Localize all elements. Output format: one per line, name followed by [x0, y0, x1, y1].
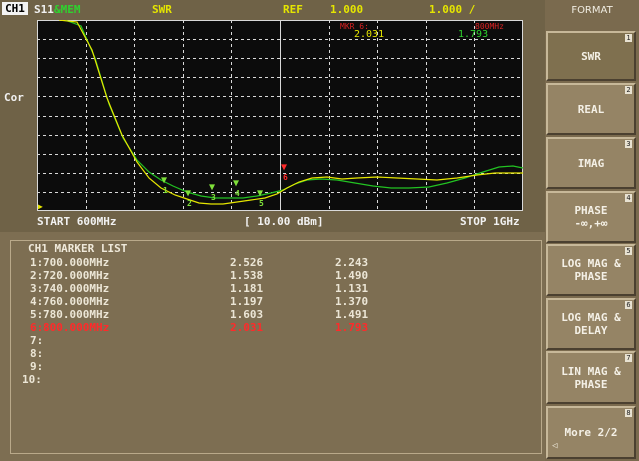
softkey-label-line2: DELAY — [574, 324, 608, 337]
marker-number: 6: — [30, 321, 44, 334]
back-arrow-icon: ◁ — [552, 441, 558, 451]
marker-frequency: 760.000MHz — [43, 295, 110, 308]
marker-list-area: CH1 MARKER LIST 1: 700.000MHz 2.526 2.243 2:… — [0, 232, 545, 461]
marker-flag-number: 4 — [235, 189, 240, 198]
channel-indicator[interactable]: CH1 — [2, 2, 28, 15]
softkey-more-2-2[interactable]: 8 More 2/2 ◁ — [546, 406, 636, 459]
softkey-number: 7 — [625, 354, 632, 362]
marker-flag: ▼ — [185, 188, 191, 199]
marker-frequency: 720.000MHz — [43, 269, 110, 282]
marker-value-memory: 2.243 — [335, 256, 369, 269]
softkey-label: REAL — [577, 102, 605, 116]
marker-number: 5: — [30, 308, 44, 321]
start-frequency: START 600MHz — [37, 215, 117, 228]
softkey-number: 1 — [625, 34, 632, 42]
data-trace — [58, 19, 523, 205]
marker-flag-number: 6 — [283, 173, 288, 182]
marker-value-memory: 1.370 — [335, 295, 369, 308]
marker-number: 1: — [30, 256, 44, 269]
source-power: [ 10.00 dBm] — [244, 215, 324, 228]
softkey-lin-mag-phase[interactable]: 7 LIN MAG & PHASE — [546, 351, 636, 404]
marker-flag-number: 1 — [163, 186, 168, 195]
menu-title: FORMAT — [571, 5, 613, 16]
marker-number: 3: — [30, 282, 44, 295]
marker-readout-value-1: 2.031 — [354, 29, 384, 40]
format-label: SWR — [152, 3, 172, 16]
marker-flag-number: 5 — [259, 199, 264, 208]
marker-flag-number: 3 — [211, 193, 216, 202]
marker-number: 9: — [30, 360, 44, 373]
status-bar: CH1 S11 &MEM SWR REF 1.000 1.000 / — [0, 0, 545, 18]
softkey-number: 8 — [625, 409, 632, 417]
ref-label: REF — [283, 3, 303, 16]
softkey-number: 6 — [625, 301, 632, 309]
marker-flag-number: 2 — [187, 199, 192, 208]
mem-label: &MEM — [54, 3, 81, 16]
marker-number: 2: — [30, 269, 44, 282]
marker-flag: ▼ — [209, 182, 215, 193]
marker-value-memory: 1.131 — [335, 282, 369, 295]
marker-value-data: 1.181 — [230, 282, 264, 295]
plot-svg: ▼1 ▼2▼3▼4 ▼5▼6 MKR 6: 800MHz 2.031 1.793 ▶ — [37, 19, 524, 211]
softkey-imag[interactable]: 3 IMAG — [546, 137, 636, 189]
marker-frequency: 780.000MHz — [43, 308, 110, 321]
softkey-label-line2: PHASE — [574, 377, 608, 391]
marker-value-memory: 1.793 — [335, 321, 369, 334]
softkey-number: 3 — [625, 140, 632, 148]
param-label: S11 — [34, 3, 54, 16]
marker-readout-value-2: 1.793 — [458, 29, 488, 40]
marker-flag: ▼ — [233, 178, 239, 189]
softkey-label: IMAG — [577, 156, 605, 170]
softkey-label: LOG MAG & — [561, 311, 621, 324]
softkey-panel: FORMAT 1 SWR 2 REAL 3 IMAG 4 PHASE -∞,+∞ 5 LOG MAG… — [545, 0, 639, 461]
marker-frequency: 800.000MHz — [43, 321, 110, 334]
softkey-real[interactable]: 2 REAL — [546, 83, 636, 135]
softkey-label: LIN MAG & — [561, 364, 621, 378]
marker-value-memory: 1.490 — [335, 269, 369, 282]
marker-flag: ▼ — [281, 162, 287, 173]
softkey-number: 2 — [625, 86, 632, 94]
softkey-label: More 2/2 — [564, 426, 618, 439]
marker-number: 4: — [30, 295, 44, 308]
marker-value-data: 1.603 — [230, 308, 264, 321]
marker-flag: ▼ — [257, 188, 263, 199]
softkey-label: SWR — [581, 49, 601, 63]
softkey-number: 5 — [625, 247, 632, 255]
marker-list-title: CH1 MARKER LIST — [26, 242, 130, 255]
softkey-swr[interactable]: 1 SWR — [546, 31, 636, 81]
ref-value: 1.000 — [330, 3, 364, 16]
marker-value-memory: 1.491 — [335, 308, 369, 321]
memory-trace — [64, 19, 524, 199]
reference-position-icon: ▶ — [38, 202, 43, 211]
marker-value-data: 1.197 — [230, 295, 264, 308]
marker-value-data: 2.031 — [230, 321, 264, 334]
marker-number: 10: — [22, 373, 42, 386]
marker-number: 8: — [30, 347, 44, 360]
stop-frequency: STOP 1GHz — [460, 215, 520, 228]
softkey-number: 4 — [625, 194, 632, 202]
softkey-label-line2: PHASE — [574, 270, 608, 283]
marker-flag: ▼ — [161, 175, 167, 186]
marker-frequency: 740.000MHz — [43, 282, 110, 295]
softkey-label: LOG MAG & — [561, 257, 621, 270]
softkey-label: PHASE — [574, 204, 608, 217]
scale-value: 1.000 / — [429, 3, 476, 16]
marker-value-data: 2.526 — [230, 256, 264, 269]
softkey-label-line2: -∞,+∞ — [574, 217, 608, 230]
plot-area: ▼ 1 ▼ 2 ▼ 3 ▼ 4 ▼ 5 ▼ 6 MKR 6: 800MHz 2.031 1.793 ▶ — [37, 19, 524, 211]
marker-frequency: 700.000MHz — [43, 256, 110, 269]
correction-indicator: Cor — [4, 91, 24, 104]
marker-number: 7: — [30, 334, 44, 347]
trace-display: CH1 S11 &MEM SWR REF 1.000 1.000 / Cor ▼… — [0, 0, 545, 232]
marker-value-data: 1.538 — [230, 269, 264, 282]
softkey-log-mag-delay[interactable]: 6 LOG MAG & DELAY — [546, 298, 636, 350]
softkey-log-mag-phase[interactable]: 5 LOG MAG & PHASE — [546, 244, 636, 296]
softkey-phase[interactable]: 4 PHASE -∞,+∞ — [546, 191, 636, 243]
